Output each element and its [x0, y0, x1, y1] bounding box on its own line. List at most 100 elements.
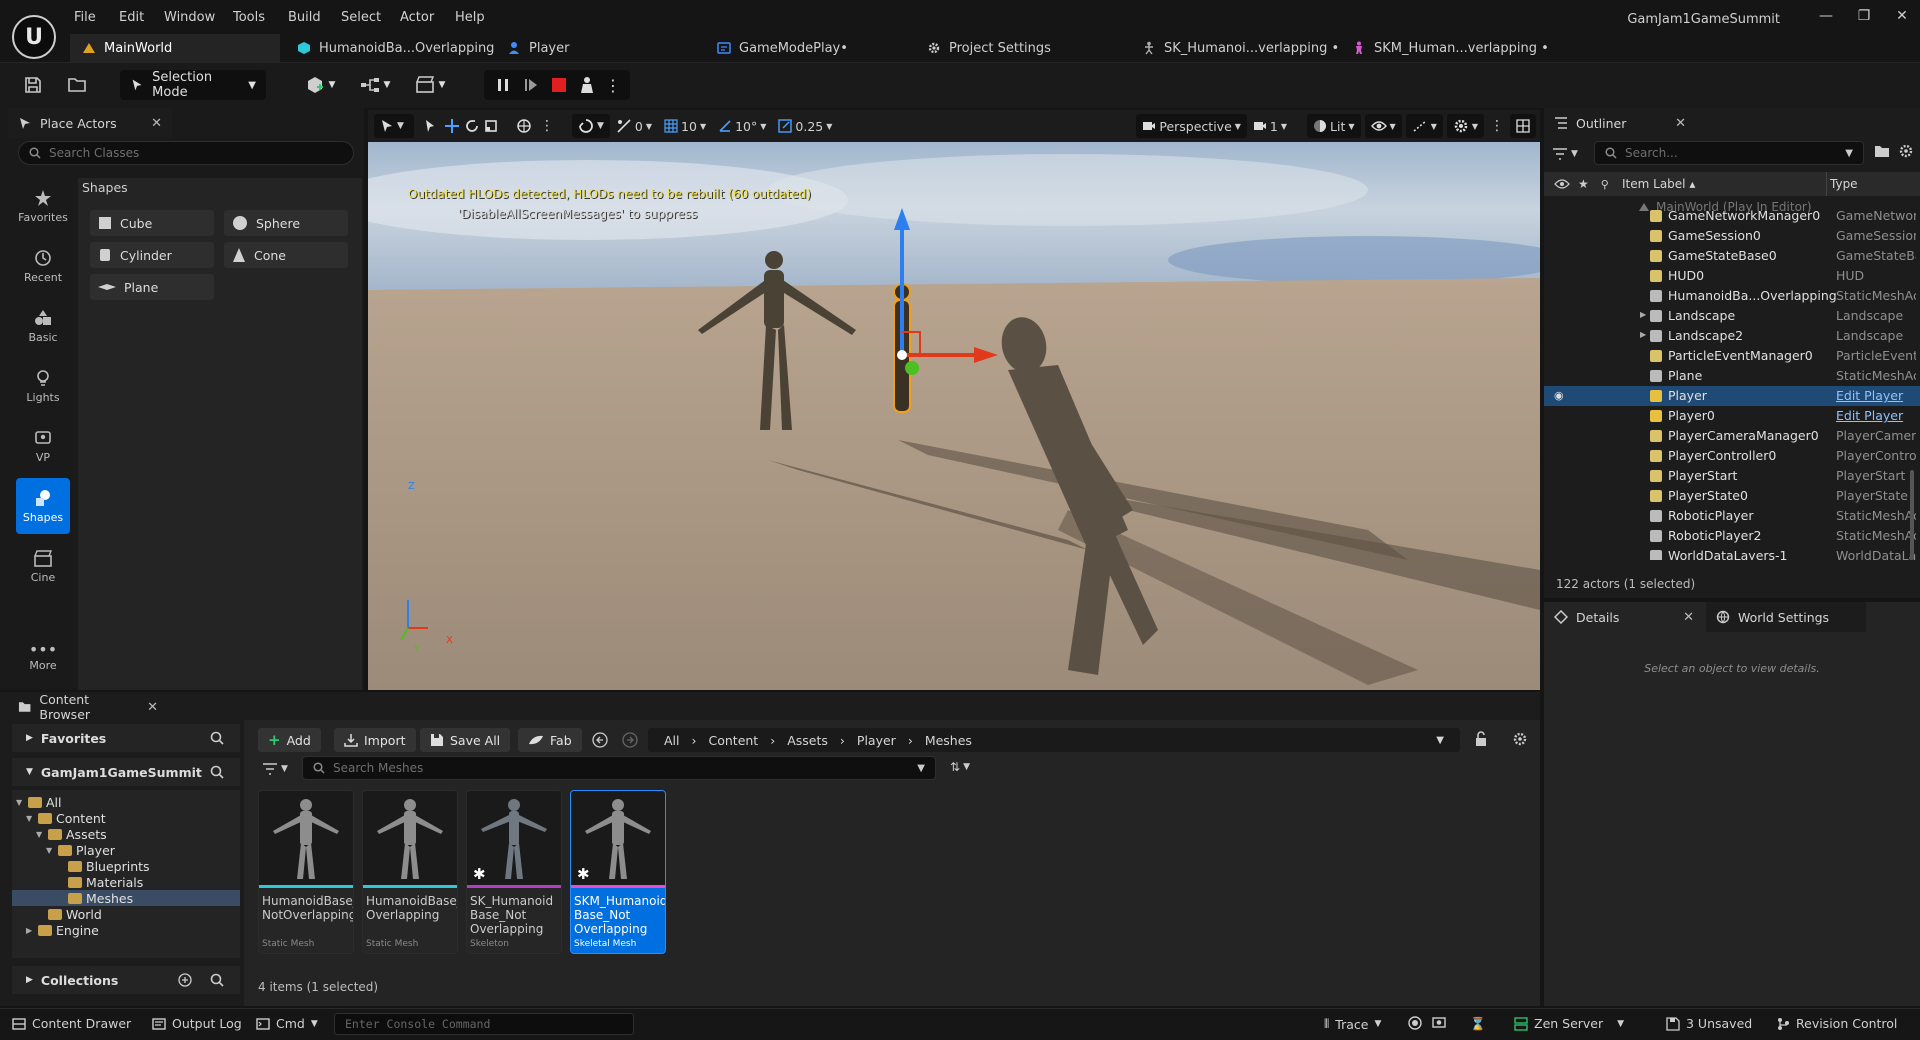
outliner-settings-icon[interactable]	[1898, 143, 1914, 159]
close-icon[interactable]: ✕	[1683, 610, 1694, 625]
outliner-row[interactable]: PlayerState0 PlayerState	[1544, 486, 1920, 506]
search-classes-input[interactable]: Search Classes	[18, 141, 354, 165]
collapse-arrow-icon[interactable]: ▼	[36, 830, 44, 839]
content-browser-tab[interactable]: Content Browser ✕	[8, 692, 168, 722]
outliner-row[interactable]: GameStateBase0 GameStateBa	[1544, 246, 1920, 266]
viewport-settings-dropdown[interactable]: ▼	[1446, 114, 1484, 138]
menu-build[interactable]: Build	[288, 10, 321, 28]
expand-arrow-icon[interactable]: ▶	[1640, 330, 1646, 339]
expand-arrow-icon[interactable]: ▶	[1640, 310, 1646, 319]
details-tab[interactable]: Details ✕	[1544, 602, 1704, 632]
shape-cone[interactable]: Cone	[224, 242, 348, 268]
history-dropdown-icon[interactable]: ▼	[1436, 735, 1444, 746]
content-drawer-button[interactable]: Content Drawer	[12, 1016, 131, 1031]
category-favorites[interactable]: Favorites	[16, 178, 70, 234]
selection-mode-dropdown[interactable]: Selection Mode ▼	[120, 70, 266, 100]
menu-help[interactable]: Help	[455, 10, 485, 28]
add-actor-button[interactable]: ▼	[300, 70, 340, 100]
translate-icon[interactable]	[442, 114, 462, 138]
tab-gamemodeplay[interactable]: GameModePlay•	[705, 34, 860, 62]
category-recent[interactable]: Recent	[16, 238, 70, 294]
select-icon[interactable]	[418, 114, 442, 138]
console-command-input[interactable]: Enter Console Command	[334, 1013, 634, 1035]
breadcrumb-content[interactable]: Content	[709, 733, 759, 748]
select-mode-tool[interactable]: ▼	[374, 114, 414, 138]
pause-icon[interactable]	[490, 70, 516, 100]
breadcrumb-meshes[interactable]: Meshes	[925, 733, 972, 748]
tab-skm-humanoid[interactable]: SKM_Human...verlapping •	[1340, 34, 1561, 62]
type-column[interactable]: Type	[1830, 177, 1858, 191]
menu-actor[interactable]: Actor	[400, 10, 434, 28]
outliner-row[interactable]: PlayerController0 PlayerControl	[1544, 446, 1920, 466]
outliner-scrollbar[interactable]	[1910, 470, 1914, 560]
zen-server-dropdown[interactable]: Zen Server ▼	[1514, 1016, 1624, 1031]
menu-select[interactable]: Select	[341, 10, 381, 28]
visibility-column-icon[interactable]	[1554, 178, 1570, 190]
scale-icon[interactable]	[482, 114, 500, 138]
outliner-row[interactable]: RoboticPlayer2 StaticMeshAc	[1544, 526, 1920, 546]
outliner-row[interactable]: WorldDataLayers-1 WorldDataLay	[1544, 546, 1920, 560]
outliner-row[interactable]: ParticleEventManager0 ParticleEvent	[1544, 346, 1920, 366]
menu-file[interactable]: File	[74, 10, 96, 28]
category-lights[interactable]: Lights	[16, 358, 70, 414]
tab-sk-humanoid[interactable]: SK_Humanoi...verlapping •	[1130, 34, 1351, 62]
close-icon[interactable]: ✕	[1675, 116, 1686, 131]
screenshot-icon[interactable]	[1432, 1016, 1446, 1028]
item-label-column[interactable]: Item Label ▴	[1622, 177, 1695, 191]
asset-tile[interactable]: HumanoidBase_ NotOverlapping Static Mesh	[258, 790, 354, 954]
back-icon[interactable]	[592, 732, 608, 748]
trace-dropdown[interactable]: ⫴ Trace ▼	[1324, 1016, 1381, 1032]
unsaved-button[interactable]: 3 Unsaved	[1666, 1016, 1752, 1031]
outliner-row[interactable]: Plane StaticMeshAc	[1544, 366, 1920, 386]
search-meshes-input[interactable]: Search Meshes ▼	[302, 756, 936, 780]
cinematics-button[interactable]: ▼	[410, 70, 450, 100]
visibility-eye-icon[interactable]: ◉	[1554, 389, 1564, 402]
close-icon[interactable]: ✕	[147, 700, 158, 715]
blueprint-menu-button[interactable]: ▼	[355, 70, 395, 100]
outliner-row[interactable]: RoboticPlayer StaticMeshAc	[1544, 506, 1920, 526]
project-section[interactable]: ▼ GamJam1GameSummit	[12, 758, 240, 786]
content-browse-icon[interactable]	[64, 70, 90, 100]
rotation-snap-toggle[interactable]: 0 ▼	[610, 114, 658, 138]
outliner-row[interactable]: GameNetworkManager0 GameNetwor	[1544, 206, 1920, 226]
outliner-row[interactable]: GameSession0 GameSession	[1544, 226, 1920, 246]
asset-tile-selected[interactable]: ✱ SKM_Humanoid Base_Not Overlapping Skel…	[570, 790, 666, 954]
outliner-row[interactable]: ▶ Landscape Landscape	[1544, 306, 1920, 326]
outliner-row[interactable]: PlayerCameraManager0 PlayerCamer	[1544, 426, 1920, 446]
breadcrumb-all[interactable]: All	[664, 733, 680, 748]
search-collections-icon[interactable]	[210, 973, 224, 987]
play-options-icon[interactable]: ⋮	[604, 70, 622, 100]
outliner-row-type[interactable]: Edit Player	[1836, 408, 1916, 423]
revision-control-button[interactable]: Revision Control	[1776, 1016, 1897, 1031]
add-button[interactable]: + Add	[258, 728, 321, 752]
asset-filter-button[interactable]: ▼	[262, 760, 292, 778]
performance-scalability-dropdown[interactable]: ▼	[1405, 114, 1443, 138]
close-window-icon[interactable]: ✕	[1886, 8, 1918, 30]
search-folders-icon[interactable]	[210, 765, 224, 779]
category-shapes[interactable]: Shapes	[16, 478, 70, 534]
folder-tree-item[interactable]: ▼ Assets	[12, 826, 240, 842]
folder-tree-item[interactable]: Materials	[12, 874, 240, 890]
unreal-logo-icon[interactable]: U	[12, 15, 56, 59]
outliner-filter-button[interactable]: ▼	[1552, 144, 1586, 164]
folder-tree-item[interactable]: ▼ Content	[12, 810, 240, 826]
folder-tree-item[interactable]: ▶ Engine	[12, 922, 240, 938]
category-more[interactable]: ••• More	[16, 630, 70, 686]
outliner-row[interactable]: HUD0 HUD	[1544, 266, 1920, 286]
shape-cylinder[interactable]: Cylinder	[90, 242, 214, 268]
outliner-row[interactable]: ◉ Player Edit Player	[1544, 386, 1920, 406]
tab-humanoidbase-overlapping[interactable]: HumanoidBa...Overlapping	[285, 34, 506, 62]
grid-snap-toggle[interactable]: 10 ▼	[658, 114, 712, 138]
options-icon[interactable]: ⋮	[538, 114, 556, 138]
perspective-dropdown[interactable]: Perspective ▼	[1136, 114, 1247, 138]
hourglass-icon[interactable]: ⌛	[1470, 1016, 1486, 1032]
menu-edit[interactable]: Edit	[119, 10, 144, 28]
folder-tree-item[interactable]: ▼ All	[12, 794, 240, 810]
save-all-button[interactable]: Save All	[420, 728, 511, 752]
breadcrumb-player[interactable]: Player	[857, 733, 896, 748]
folder-tree-item[interactable]: Meshes	[12, 890, 240, 906]
outliner-tab[interactable]: Outliner ✕	[1544, 108, 1696, 138]
asset-tile[interactable]: HumanoidBase_ Overlapping Static Mesh	[362, 790, 458, 954]
shape-cube[interactable]: Cube	[90, 210, 214, 236]
cmd-dropdown[interactable]: Cmd ▼	[256, 1016, 318, 1031]
